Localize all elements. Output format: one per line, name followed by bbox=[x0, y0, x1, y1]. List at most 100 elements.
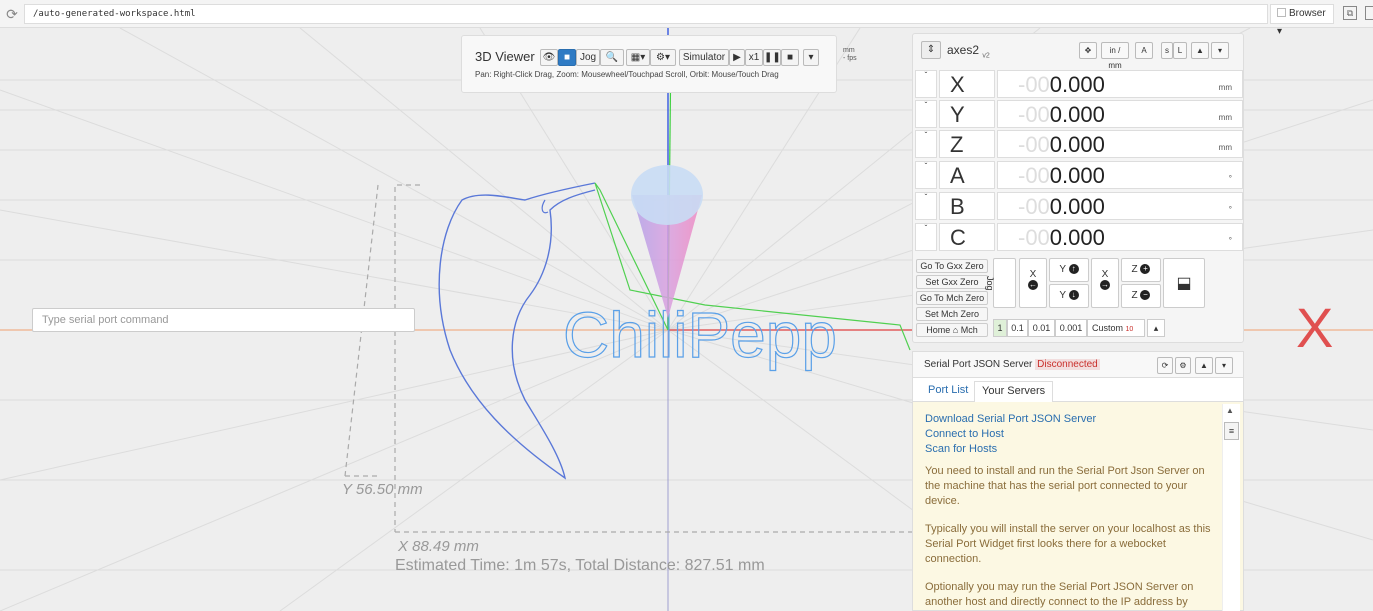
units-label: mm bbox=[843, 47, 855, 54]
axis-unit: ° bbox=[1228, 236, 1232, 245]
axis-caret-icon[interactable]: ˇ bbox=[915, 100, 937, 128]
connect-link[interactable]: Connect to Host bbox=[925, 427, 1221, 442]
axis-number: 0.000 bbox=[1049, 225, 1105, 250]
serial-title: Serial Port JSON Server Disconnected bbox=[924, 359, 1100, 370]
step-0-01-button[interactable]: 0.01 bbox=[1028, 319, 1055, 337]
jog-toggle[interactable]: Jog bbox=[985, 258, 1016, 308]
jog-y-plus-button[interactable]: Y ↑ bbox=[1049, 258, 1089, 282]
pause-icon[interactable]: ❚❚ bbox=[763, 49, 781, 66]
checkbox-icon bbox=[1277, 8, 1286, 17]
axis-unit: ° bbox=[1228, 174, 1232, 183]
scrollbar[interactable]: ▲ ≡ bbox=[1222, 404, 1240, 611]
step-0-001-button[interactable]: 0.001 bbox=[1055, 319, 1087, 337]
axis-unit: mm bbox=[1218, 143, 1232, 152]
axis-value: -000.000 ° bbox=[997, 192, 1243, 220]
axis-caret-icon[interactable]: ˇ bbox=[915, 192, 937, 220]
settings-icon[interactable]: ⚙ bbox=[1175, 357, 1191, 374]
serial-title-text: Serial Port JSON Server bbox=[924, 359, 1033, 370]
axis-caret-icon[interactable]: ˇ bbox=[915, 223, 937, 251]
go-to-mch-zero-button[interactable]: Go To Mch Zero bbox=[916, 291, 988, 305]
home-icon: ⌂ bbox=[952, 325, 959, 335]
y-dimension-label: Y 56.50 mm bbox=[342, 481, 423, 498]
stop-icon[interactable]: ■ bbox=[781, 49, 799, 66]
axis-value: -000.000 mm bbox=[997, 70, 1243, 98]
font-size-icon[interactable]: A bbox=[1135, 42, 1153, 59]
download-link[interactable]: Download Serial Port JSON Server bbox=[925, 412, 1221, 427]
chevron-up-icon[interactable]: ▲ bbox=[1191, 42, 1209, 59]
play-icon[interactable]: ▶ bbox=[729, 49, 745, 66]
jog-y-label: Y bbox=[1059, 290, 1066, 301]
units-toggle[interactable]: in / mm bbox=[1101, 42, 1129, 70]
jog-y-minus-button[interactable]: Y ↓ bbox=[1049, 284, 1089, 308]
jog-z-plus-button[interactable]: Z + bbox=[1121, 258, 1161, 282]
simulator-button[interactable]: Simulator bbox=[679, 49, 729, 66]
chevron-down-icon[interactable]: ▾ bbox=[803, 49, 819, 66]
axis-letter: Y bbox=[939, 100, 995, 128]
eye-icon[interactable]: 👁 bbox=[540, 49, 558, 66]
estimate-label: Estimated Time: 1m 57s, Total Distance: … bbox=[395, 557, 765, 574]
axis-caret-icon[interactable]: ˇ bbox=[915, 161, 937, 189]
scroll-up-icon[interactable]: ▲ bbox=[1226, 406, 1234, 415]
units-fps: mm - fps bbox=[843, 47, 857, 63]
chevron-down-icon[interactable]: ▾ bbox=[1211, 42, 1229, 59]
small-size-button[interactable]: s bbox=[1161, 42, 1173, 59]
chevron-up-icon[interactable]: ▴ bbox=[1147, 319, 1165, 337]
home-mch-button[interactable]: Home ⌂ Mch bbox=[916, 323, 988, 337]
jog-button[interactable]: Jog bbox=[576, 49, 600, 66]
serial-body: Download Serial Port JSON Server Connect… bbox=[925, 412, 1221, 610]
scan-link[interactable]: Scan for Hosts bbox=[925, 442, 1221, 457]
jog-z-minus-button[interactable]: Z − bbox=[1121, 284, 1161, 308]
axis-caret-icon[interactable]: ˇ bbox=[915, 70, 937, 98]
step-1-button[interactable]: 1 bbox=[993, 319, 1007, 337]
probe-icon[interactable]: ⬓ bbox=[1163, 258, 1205, 308]
jog-x-minus-button[interactable]: X ← bbox=[1019, 258, 1047, 308]
tab-your-servers[interactable]: Your Servers bbox=[974, 381, 1054, 402]
jog-z-label: Z bbox=[1131, 264, 1138, 275]
arrow-up-icon: ↑ bbox=[1068, 264, 1079, 275]
arrow-down-icon: ↓ bbox=[1068, 290, 1079, 301]
axis-letter: A bbox=[939, 161, 995, 189]
speed-button[interactable]: x1 bbox=[745, 49, 763, 66]
mch-label: Mch bbox=[960, 325, 978, 335]
axis-value: -000.000 mm bbox=[997, 100, 1243, 128]
set-mch-zero-button[interactable]: Set Mch Zero bbox=[916, 307, 988, 321]
axis-unit: mm bbox=[1218, 113, 1232, 122]
refresh-icon[interactable]: ⟳ bbox=[1157, 357, 1173, 374]
reload-icon[interactable]: ⟳ bbox=[4, 6, 20, 22]
browser-label: Browser bbox=[1289, 8, 1326, 19]
gear-icon[interactable]: ⚙▾ bbox=[650, 49, 676, 66]
axis-letter: C bbox=[939, 223, 995, 251]
jog-x-plus-button[interactable]: X → bbox=[1091, 258, 1119, 308]
serial-header: Serial Port JSON Server Disconnected ⟳ ⚙… bbox=[913, 352, 1243, 378]
step-0-1-button[interactable]: 0.1 bbox=[1007, 319, 1028, 337]
grid-icon[interactable]: ▦▾ bbox=[626, 49, 650, 66]
move-icon[interactable]: ✥ bbox=[1079, 42, 1097, 59]
axis-caret-icon[interactable]: ˇ bbox=[915, 130, 937, 158]
jog-x-label: X bbox=[1029, 269, 1037, 280]
fps-label: - fps bbox=[843, 55, 857, 62]
go-to-gxx-zero-button[interactable]: Go To Gxx Zero bbox=[916, 259, 988, 273]
axis-dim: -00 bbox=[1018, 225, 1050, 250]
custom-value: 10 bbox=[1125, 326, 1134, 333]
popout-icon[interactable]: ⧉ bbox=[1343, 6, 1357, 20]
url-field[interactable]: /auto-generated-workspace.html bbox=[24, 4, 1268, 24]
chevron-up-icon[interactable]: ▲ bbox=[1195, 357, 1213, 374]
window-icon[interactable] bbox=[1365, 6, 1373, 20]
large-size-button[interactable]: L bbox=[1173, 42, 1187, 59]
info-paragraph: Typically you will install the server on… bbox=[925, 523, 1211, 565]
axis-letter: X bbox=[939, 70, 995, 98]
tab-port-list[interactable]: Port List bbox=[921, 381, 975, 402]
scroll-thumb[interactable]: ≡ bbox=[1224, 422, 1239, 440]
browser-menu-button[interactable]: Browser ▾ bbox=[1270, 4, 1334, 37]
axis-row-x: ˇ X -000.000 mm bbox=[915, 69, 1243, 99]
camera-icon[interactable]: ■ bbox=[558, 49, 576, 66]
step-custom-button[interactable]: Custom 10 bbox=[1087, 319, 1145, 337]
arrow-right-icon: → bbox=[1100, 280, 1110, 291]
serial-command-input[interactable]: Type serial port command bbox=[32, 308, 415, 332]
axis-number: 0.000 bbox=[1049, 163, 1105, 188]
chevron-down-icon[interactable]: ▾ bbox=[1215, 357, 1233, 374]
serial-port-panel: Serial Port JSON Server Disconnected ⟳ ⚙… bbox=[912, 351, 1244, 611]
viewer-help-text: Pan: Right-Click Drag, Zoom: Mousewheel/… bbox=[475, 70, 779, 79]
viewer-title: 3D Viewer bbox=[475, 49, 535, 64]
zoom-icon[interactable]: 🔍 bbox=[600, 49, 624, 66]
